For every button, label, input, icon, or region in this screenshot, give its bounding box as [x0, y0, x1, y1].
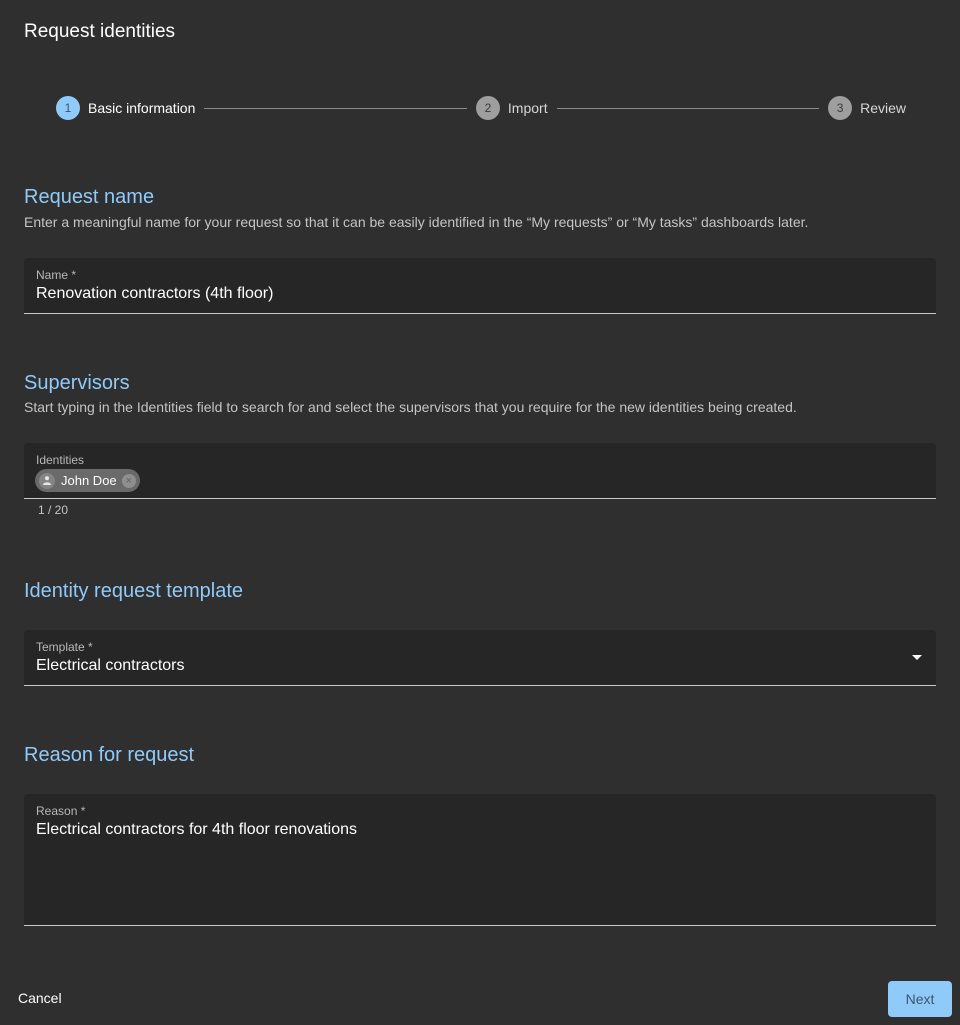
template-title: Identity request template — [24, 580, 244, 602]
step-number: 2 — [475, 96, 500, 120]
name-field-label: Name * — [36, 268, 77, 282]
chip-label: John Doe — [61, 473, 117, 488]
next-button[interactable]: Next — [888, 981, 952, 1017]
step-connector — [204, 107, 467, 109]
reason-title: Reason for request — [24, 744, 195, 766]
step-number: 1 — [56, 96, 80, 120]
step-label: Review — [860, 100, 907, 116]
person-icon — [39, 472, 55, 489]
identities-counter: 1 / 20 — [38, 503, 69, 517]
request-name-title: Request name — [24, 186, 155, 208]
reason-textarea[interactable]: Electrical contractors for 4th floor ren… — [36, 821, 896, 839]
name-input[interactable] — [36, 285, 896, 303]
template-field-label: Template * — [36, 640, 93, 654]
reason-field[interactable]: Reason * Electrical contractors for 4th … — [24, 794, 936, 926]
request-name-description: Enter a meaningful name for your request… — [24, 214, 809, 230]
chip-remove-icon[interactable]: × — [121, 473, 136, 488]
step-basic-information[interactable]: 1 Basic information — [56, 96, 195, 120]
reason-field-label: Reason * — [36, 804, 86, 818]
identities-field[interactable]: Identities John Doe × — [24, 443, 936, 499]
step-label: Import — [507, 100, 548, 116]
cancel-button[interactable]: Cancel — [8, 982, 72, 1014]
step-number: 3 — [828, 96, 853, 120]
stepper: 1 Basic information 2 Import 3 Review — [56, 96, 906, 120]
step-connector — [556, 107, 820, 109]
identities-field-label: Identities — [36, 453, 85, 467]
template-select[interactable]: Template * Electrical contractors — [24, 630, 936, 686]
dropdown-arrow-icon[interactable] — [912, 655, 922, 660]
name-field[interactable]: Name * — [24, 258, 936, 314]
step-review[interactable]: 3 Review — [828, 96, 906, 120]
supervisors-title: Supervisors — [24, 372, 130, 394]
step-label: Basic information — [88, 100, 196, 116]
dialog-title: Request identities — [24, 21, 176, 42]
identity-chip[interactable]: John Doe × — [35, 469, 140, 492]
supervisors-description: Start typing in the Identities field to … — [24, 399, 797, 415]
step-import[interactable]: 2 Import — [475, 96, 548, 120]
template-value: Electrical contractors — [36, 657, 185, 674]
